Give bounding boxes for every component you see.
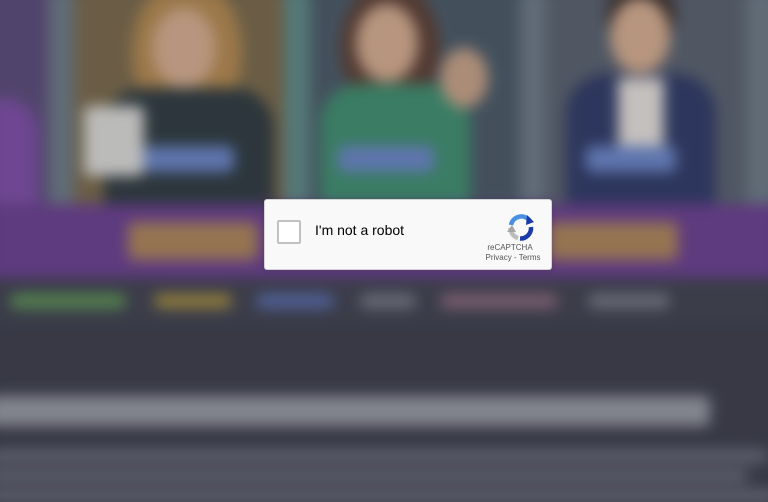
recaptcha-links: Privacy - Terms <box>477 253 549 262</box>
recaptcha-widget: I'm not a robot reCAPTCHA Privacy - Term… <box>264 199 552 270</box>
privacy-link[interactable]: Privacy <box>486 253 512 262</box>
recaptcha-checkbox[interactable] <box>277 220 301 244</box>
terms-link[interactable]: Terms <box>519 253 541 262</box>
recaptcha-logo-icon <box>507 214 534 241</box>
page-viewport: I'm not a robot reCAPTCHA Privacy - Term… <box>0 0 768 502</box>
links-separator: - <box>511 253 519 262</box>
recaptcha-brand-text: reCAPTCHA <box>487 243 533 252</box>
recaptcha-checkbox-label: I'm not a robot <box>315 222 405 238</box>
